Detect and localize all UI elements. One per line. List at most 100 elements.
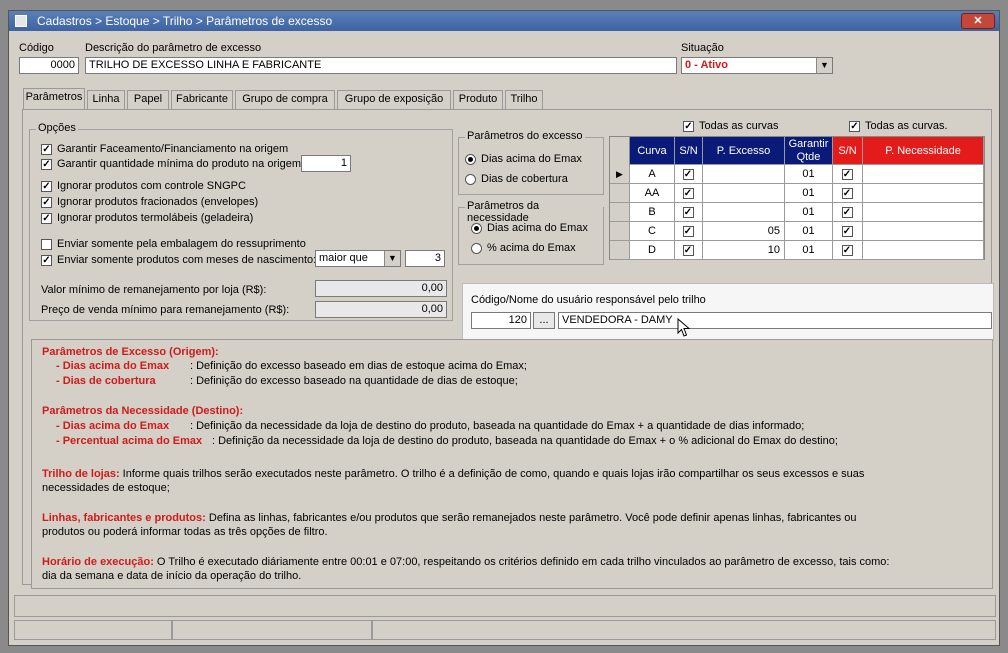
col-garantir-header[interactable]: Garantir Qtde xyxy=(785,137,833,165)
descricao-label: Descrição do parâmetro de excesso xyxy=(85,42,262,54)
checkbox-sn1[interactable]: ✓ xyxy=(682,188,694,199)
cell-garantir[interactable]: 01 xyxy=(785,184,833,203)
cell-sn1[interactable]: ✓ xyxy=(675,241,703,260)
cell-p-excesso[interactable]: 05 xyxy=(703,222,785,241)
cell-p-excesso[interactable] xyxy=(703,165,785,184)
cell-curva[interactable]: A xyxy=(630,165,675,184)
radio-excesso-dias-emax[interactable] xyxy=(465,154,476,165)
checkbox-sn1[interactable]: ✓ xyxy=(682,245,694,256)
help-necessidade-title: Parâmetros da Necessidade (Destino): xyxy=(42,405,244,417)
meses-operador-select[interactable]: maior que ▼ xyxy=(315,250,401,267)
meses-operador-value: maior que xyxy=(319,252,368,264)
tab-grupo-compra[interactable]: Grupo de compra xyxy=(235,90,335,109)
mouse-cursor-icon xyxy=(677,318,691,337)
chevron-down-icon[interactable]: ▼ xyxy=(816,58,832,73)
sngpc-label: Ignorar produtos com controle SNGPC xyxy=(57,180,246,192)
valor-minimo-field[interactable]: 0,00 xyxy=(315,280,447,297)
checkbox-embalagem[interactable] xyxy=(41,239,52,250)
row-indicator[interactable] xyxy=(610,203,630,222)
cell-p-excesso[interactable] xyxy=(703,203,785,222)
row-indicator[interactable] xyxy=(610,184,630,203)
cell-p-necessidade[interactable] xyxy=(863,184,984,203)
help-excesso-title: Parâmetros de Excesso (Origem): xyxy=(42,346,219,358)
radio-necessidade-percentual[interactable] xyxy=(471,243,482,254)
checkbox-sn1[interactable]: ✓ xyxy=(682,207,694,218)
row-indicator[interactable] xyxy=(610,241,630,260)
tab-trilho[interactable]: Trilho xyxy=(505,90,543,109)
preco-venda-field[interactable]: 0,00 xyxy=(315,301,447,318)
cell-garantir[interactable]: 01 xyxy=(785,241,833,260)
checkbox-sn2[interactable]: ✓ xyxy=(841,226,853,237)
status-panel-2 xyxy=(172,620,372,640)
cell-garantir[interactable]: 01 xyxy=(785,222,833,241)
cell-sn2[interactable]: ✓ xyxy=(833,241,863,260)
cell-sn2[interactable]: ✓ xyxy=(833,203,863,222)
checkbox-qtd-minima[interactable]: ✓ xyxy=(41,159,52,170)
checkbox-termolabeis[interactable]: ✓ xyxy=(41,213,52,224)
checkbox-meses[interactable]: ✓ xyxy=(41,255,52,266)
usuario-nome-field[interactable]: VENDEDORA - DAMY xyxy=(558,312,992,329)
col-sn2-header[interactable]: S/N xyxy=(833,137,863,165)
tab-parametros[interactable]: Parâmetros xyxy=(23,88,85,109)
checkbox-faceamento[interactable]: ✓ xyxy=(41,144,52,155)
cell-sn2[interactable]: ✓ xyxy=(833,222,863,241)
checkbox-sn2[interactable]: ✓ xyxy=(841,188,853,199)
help-excesso-dias-term: - Dias acima do Emax xyxy=(56,360,170,372)
row-indicator[interactable] xyxy=(610,222,630,241)
usuario-responsavel-panel: Código/Nome do usuário responsável pelo … xyxy=(462,283,994,341)
checkbox-sn2[interactable]: ✓ xyxy=(841,245,853,256)
usuario-lookup-button[interactable]: ... xyxy=(533,312,555,329)
tab-grupo-exposicao[interactable]: Grupo de exposição xyxy=(337,90,451,109)
help-excesso-cobertura-desc: : Definição do excesso baseado na quanti… xyxy=(190,375,518,387)
codigo-field[interactable]: 0000 xyxy=(19,57,79,74)
cell-p-excesso[interactable]: 10 xyxy=(703,241,785,260)
col-curva-header[interactable]: Curva xyxy=(630,137,675,165)
fracionados-label: Ignorar produtos fracionados (envelopes) xyxy=(57,196,259,208)
cell-p-necessidade[interactable] xyxy=(863,241,984,260)
cell-p-necessidade[interactable] xyxy=(863,203,984,222)
cell-p-necessidade[interactable] xyxy=(863,165,984,184)
cell-garantir[interactable]: 01 xyxy=(785,165,833,184)
meses-valor-field[interactable]: 3 xyxy=(405,250,445,267)
cell-sn1[interactable]: ✓ xyxy=(675,184,703,203)
radio-necessidade-dias-emax[interactable] xyxy=(471,223,482,234)
checkbox-sngpc[interactable]: ✓ xyxy=(41,181,52,192)
tab-produto[interactable]: Produto xyxy=(453,90,503,109)
usuario-codigo-field[interactable]: 120 xyxy=(471,312,531,329)
col-p-excesso-header[interactable]: P. Excesso xyxy=(703,137,785,165)
col-p-necessidade-header[interactable]: P. Necessidade xyxy=(863,137,984,165)
tab-linha[interactable]: Linha xyxy=(87,90,125,109)
situacao-select[interactable]: 0 - Ativo ▼ xyxy=(681,57,833,74)
row-indicator[interactable]: ▶ xyxy=(610,165,630,184)
cell-garantir[interactable]: 01 xyxy=(785,203,833,222)
cell-curva[interactable]: AA xyxy=(630,184,675,203)
cell-sn2[interactable]: ✓ xyxy=(833,184,863,203)
qtd-minima-label: Garantir quantidade mínima do produto na… xyxy=(57,158,305,170)
cell-sn1[interactable]: ✓ xyxy=(675,165,703,184)
checkbox-todas-curvas-excesso[interactable]: ✓ xyxy=(683,121,694,132)
radio-excesso-cobertura[interactable] xyxy=(465,174,476,185)
qtd-minima-field[interactable]: 1 xyxy=(301,155,351,172)
tab-papel[interactable]: Papel xyxy=(127,90,169,109)
todas-curvas-necessidade-label: Todas as curvas. xyxy=(865,120,948,132)
cell-sn2[interactable]: ✓ xyxy=(833,165,863,184)
cell-p-necessidade[interactable] xyxy=(863,222,984,241)
help-trilho-line2: necessidades de estoque; xyxy=(42,482,170,494)
checkbox-sn1[interactable]: ✓ xyxy=(682,169,694,180)
cell-p-excesso[interactable] xyxy=(703,184,785,203)
checkbox-todas-curvas-necessidade[interactable]: ✓ xyxy=(849,121,860,132)
checkbox-fracionados[interactable]: ✓ xyxy=(41,197,52,208)
close-button[interactable]: ✕ xyxy=(961,13,995,29)
checkbox-sn2[interactable]: ✓ xyxy=(841,207,853,218)
cell-curva[interactable]: D xyxy=(630,241,675,260)
checkbox-sn1[interactable]: ✓ xyxy=(682,226,694,237)
col-sn1-header[interactable]: S/N xyxy=(675,137,703,165)
descricao-field[interactable]: TRILHO DE EXCESSO LINHA E FABRICANTE xyxy=(85,57,677,74)
chevron-down-icon[interactable]: ▼ xyxy=(384,251,400,266)
cell-curva[interactable]: C xyxy=(630,222,675,241)
tab-fabricante[interactable]: Fabricante xyxy=(171,90,233,109)
cell-sn1[interactable]: ✓ xyxy=(675,222,703,241)
cell-sn1[interactable]: ✓ xyxy=(675,203,703,222)
checkbox-sn2[interactable]: ✓ xyxy=(841,169,853,180)
cell-curva[interactable]: B xyxy=(630,203,675,222)
